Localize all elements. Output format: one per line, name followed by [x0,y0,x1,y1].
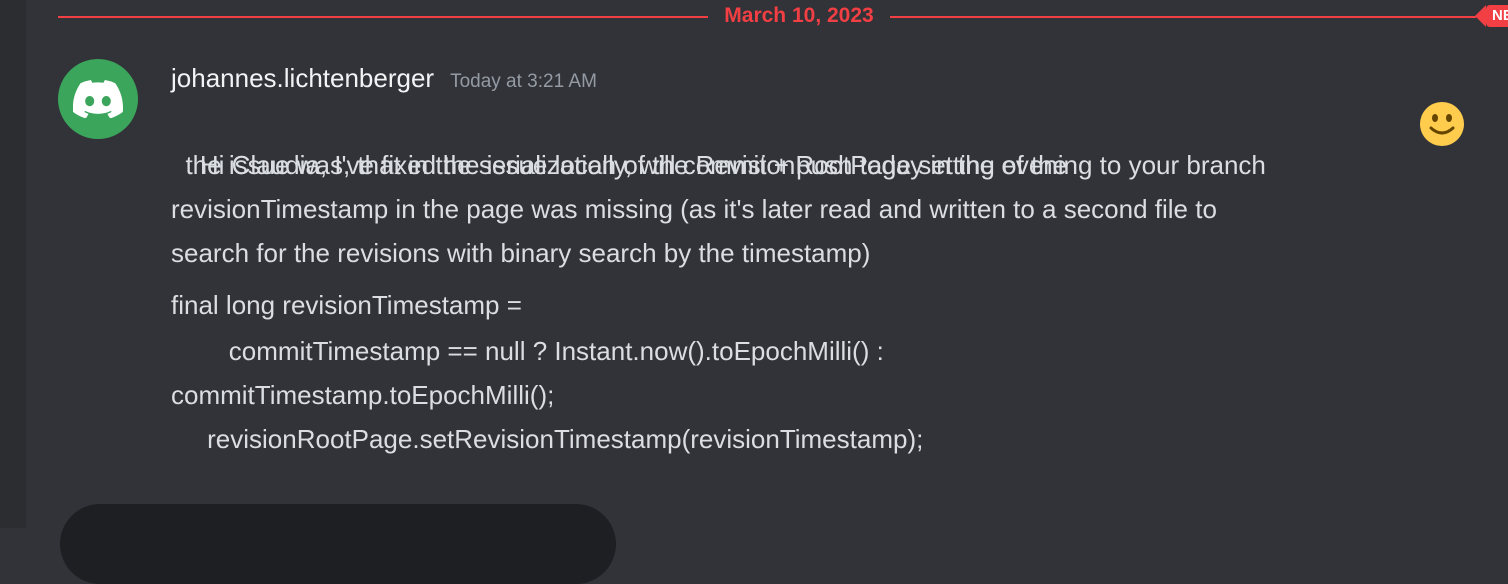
left-sidebar-strip [0,0,26,528]
divider-line-right [890,16,1476,18]
message-line: Hi Claudia, I've fixed the issue locally… [199,150,1266,180]
discord-logo-icon [73,80,123,118]
message-line: revisionTimestamp in the page was missin… [171,194,1217,224]
new-messages-badge[interactable]: NEW [1475,5,1508,27]
message-line: commitTimestamp.toEpochMilli(); [171,380,555,410]
message-line: revisionRootPage.setRevisionTimestamp(re… [171,424,924,454]
message-line: final long revisionTimestamp = [171,290,522,320]
divider-line-left [58,16,708,18]
message-line: search for the revisions with binary sea… [171,238,871,268]
divider-date: March 10, 2023 [724,4,874,27]
message-header: johannes.lichtenberger Today at 3:21 AM [171,60,597,96]
message-timestamp[interactable]: Today at 3:21 AM [450,71,597,93]
embed-card[interactable] [60,504,616,584]
username[interactable]: johannes.lichtenberger [171,60,434,96]
avatar[interactable] [58,59,138,139]
message-line: commitTimestamp == null ? Instant.now().… [171,336,884,366]
message-line: the issue was, that in the serialization… [171,150,1068,180]
slightly-smiling-face-icon[interactable] [1419,101,1465,147]
